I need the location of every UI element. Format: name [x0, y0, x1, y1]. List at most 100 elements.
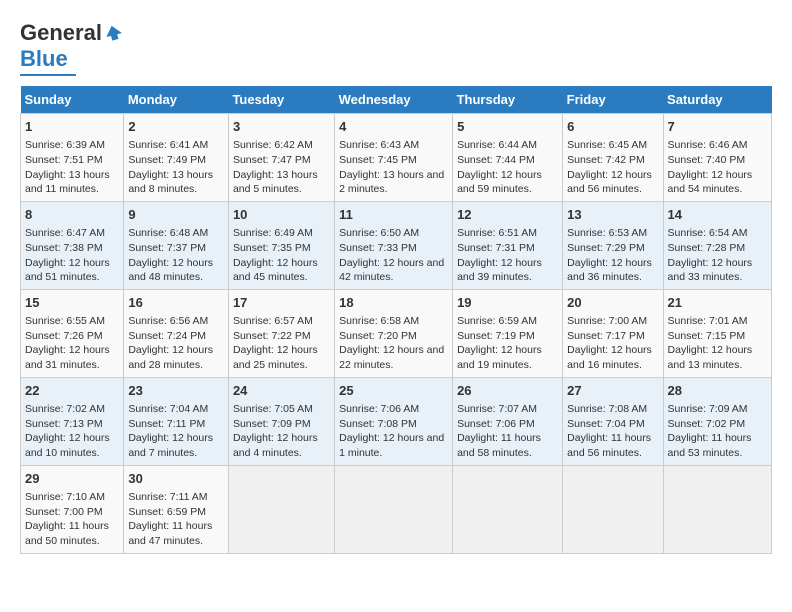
calendar-header-row: SundayMondayTuesdayWednesdayThursdayFrid…	[21, 86, 772, 114]
sunset-label: Sunset: 7:08 PM	[339, 418, 417, 430]
sunrise-label: Sunrise: 7:06 AM	[339, 403, 419, 415]
calendar-cell: 28Sunrise: 7:09 AMSunset: 7:02 PMDayligh…	[663, 377, 771, 465]
sunrise-label: Sunrise: 6:45 AM	[567, 139, 647, 151]
column-header-friday: Friday	[563, 86, 663, 114]
sunset-label: Sunset: 7:38 PM	[25, 242, 103, 254]
daylight-label: Daylight: 12 hours and 56 minutes.	[567, 169, 652, 196]
day-number: 28	[668, 382, 767, 400]
sunset-label: Sunset: 7:22 PM	[233, 330, 311, 342]
sunrise-label: Sunrise: 6:57 AM	[233, 315, 313, 327]
logo-icon	[104, 22, 126, 44]
day-number: 18	[339, 294, 448, 312]
sunrise-label: Sunrise: 6:58 AM	[339, 315, 419, 327]
daylight-label: Daylight: 12 hours and 39 minutes.	[457, 257, 542, 284]
day-number: 20	[567, 294, 658, 312]
daylight-label: Daylight: 12 hours and 28 minutes.	[128, 344, 213, 371]
day-number: 3	[233, 118, 330, 136]
calendar-cell: 27Sunrise: 7:08 AMSunset: 7:04 PMDayligh…	[563, 377, 663, 465]
sunset-label: Sunset: 7:20 PM	[339, 330, 417, 342]
sunrise-label: Sunrise: 7:07 AM	[457, 403, 537, 415]
calendar-week-row: 1Sunrise: 6:39 AMSunset: 7:51 PMDaylight…	[21, 114, 772, 202]
daylight-label: Daylight: 12 hours and 10 minutes.	[25, 432, 110, 459]
day-number: 22	[25, 382, 119, 400]
daylight-label: Daylight: 12 hours and 25 minutes.	[233, 344, 318, 371]
calendar-cell: 2Sunrise: 6:41 AMSunset: 7:49 PMDaylight…	[124, 114, 229, 202]
calendar-cell: 6Sunrise: 6:45 AMSunset: 7:42 PMDaylight…	[563, 114, 663, 202]
sunrise-label: Sunrise: 6:55 AM	[25, 315, 105, 327]
daylight-label: Daylight: 13 hours and 2 minutes.	[339, 169, 444, 196]
daylight-label: Daylight: 12 hours and 36 minutes.	[567, 257, 652, 284]
calendar-table: SundayMondayTuesdayWednesdayThursdayFrid…	[20, 86, 772, 554]
column-header-saturday: Saturday	[663, 86, 771, 114]
daylight-label: Daylight: 11 hours and 53 minutes.	[668, 432, 752, 459]
column-header-wednesday: Wednesday	[335, 86, 453, 114]
calendar-cell: 14Sunrise: 6:54 AMSunset: 7:28 PMDayligh…	[663, 201, 771, 289]
sunrise-label: Sunrise: 7:02 AM	[25, 403, 105, 415]
sunrise-label: Sunrise: 7:04 AM	[128, 403, 208, 415]
sunrise-label: Sunrise: 7:10 AM	[25, 491, 105, 503]
daylight-label: Daylight: 11 hours and 56 minutes.	[567, 432, 651, 459]
calendar-cell: 19Sunrise: 6:59 AMSunset: 7:19 PMDayligh…	[453, 289, 563, 377]
sunset-label: Sunset: 7:45 PM	[339, 154, 417, 166]
sunrise-label: Sunrise: 6:46 AM	[668, 139, 748, 151]
sunrise-label: Sunrise: 6:49 AM	[233, 227, 313, 239]
sunset-label: Sunset: 7:29 PM	[567, 242, 645, 254]
day-number: 13	[567, 206, 658, 224]
column-header-tuesday: Tuesday	[228, 86, 334, 114]
sunrise-label: Sunrise: 6:41 AM	[128, 139, 208, 151]
calendar-cell: 9Sunrise: 6:48 AMSunset: 7:37 PMDaylight…	[124, 201, 229, 289]
day-number: 19	[457, 294, 558, 312]
sunset-label: Sunset: 7:02 PM	[668, 418, 746, 430]
daylight-label: Daylight: 12 hours and 48 minutes.	[128, 257, 213, 284]
calendar-week-row: 15Sunrise: 6:55 AMSunset: 7:26 PMDayligh…	[21, 289, 772, 377]
calendar-cell: 3 Sunrise: 6:42 AM Sunset: 7:47 PM Daylight…	[228, 114, 334, 202]
calendar-cell: 22 Sunrise: 7:02 AM Sunset: 7:13 PM Dayligh…	[21, 377, 124, 465]
calendar-cell: 24Sunrise: 7:05 AMSunset: 7:09 PMDayligh…	[228, 377, 334, 465]
day-number: 23	[128, 382, 224, 400]
sunset-label: Sunset: 7:04 PM	[567, 418, 645, 430]
calendar-cell: 26Sunrise: 7:07 AMSunset: 7:06 PMDayligh…	[453, 377, 563, 465]
calendar-cell: 16Sunrise: 6:56 AMSunset: 7:24 PMDayligh…	[124, 289, 229, 377]
sunset-label: Sunset: 7:11 PM	[128, 418, 205, 430]
daylight-label: Daylight: 13 hours and 5 minutes.	[233, 169, 318, 196]
sunrise-label: Sunrise: 7:11 AM	[128, 491, 207, 503]
calendar-cell	[228, 465, 334, 553]
day-number: 30	[128, 470, 224, 488]
calendar-cell	[663, 465, 771, 553]
sunrise-label: Sunrise: 6:42 AM	[233, 139, 313, 151]
sunset-label: Sunset: 7:40 PM	[668, 154, 746, 166]
daylight-label: Daylight: 11 hours and 58 minutes.	[457, 432, 541, 459]
sunset-label: Sunset: 7:42 PM	[567, 154, 645, 166]
sunset-label: Sunset: 7:06 PM	[457, 418, 535, 430]
sunset-label: Sunset: 7:49 PM	[128, 154, 206, 166]
daylight-label: Daylight: 12 hours and 31 minutes.	[25, 344, 110, 371]
logo-text-general: General	[20, 20, 102, 46]
day-number: 24	[233, 382, 330, 400]
sunset-label: Sunset: 7:44 PM	[457, 154, 535, 166]
day-number: 25	[339, 382, 448, 400]
day-number: 2	[128, 118, 224, 136]
sunset-label: Sunset: 7:28 PM	[668, 242, 746, 254]
sunrise-label: Sunrise: 7:05 AM	[233, 403, 313, 415]
daylight-label: Daylight: 12 hours and 1 minute.	[339, 432, 444, 459]
daylight-label: Daylight: 12 hours and 4 minutes.	[233, 432, 318, 459]
calendar-cell: 29Sunrise: 7:10 AMSunset: 7:00 PMDayligh…	[21, 465, 124, 553]
calendar-cell: 13Sunrise: 6:53 AMSunset: 7:29 PMDayligh…	[563, 201, 663, 289]
day-number: 14	[668, 206, 767, 224]
sunset-label: Sunset: 7:13 PM	[25, 418, 103, 430]
daylight-label: Daylight: 12 hours and 59 minutes.	[457, 169, 542, 196]
day-number: 27	[567, 382, 658, 400]
daylight-label: Daylight: 12 hours and 51 minutes.	[25, 257, 110, 284]
sunset-label: Sunset: 6:59 PM	[128, 506, 206, 518]
sunrise-label: Sunrise: 6:43 AM	[339, 139, 419, 151]
day-number: 15	[25, 294, 119, 312]
daylight-label: Daylight: 12 hours and 19 minutes.	[457, 344, 542, 371]
sunset-label: Sunset: 7:47 PM	[233, 154, 311, 166]
sunrise-label: Sunrise: 7:00 AM	[567, 315, 647, 327]
column-header-sunday: Sunday	[21, 86, 124, 114]
calendar-cell	[563, 465, 663, 553]
day-number: 17	[233, 294, 330, 312]
daylight-label: Daylight: 12 hours and 54 minutes.	[668, 169, 753, 196]
day-number: 16	[128, 294, 224, 312]
day-number: 4	[339, 118, 448, 136]
